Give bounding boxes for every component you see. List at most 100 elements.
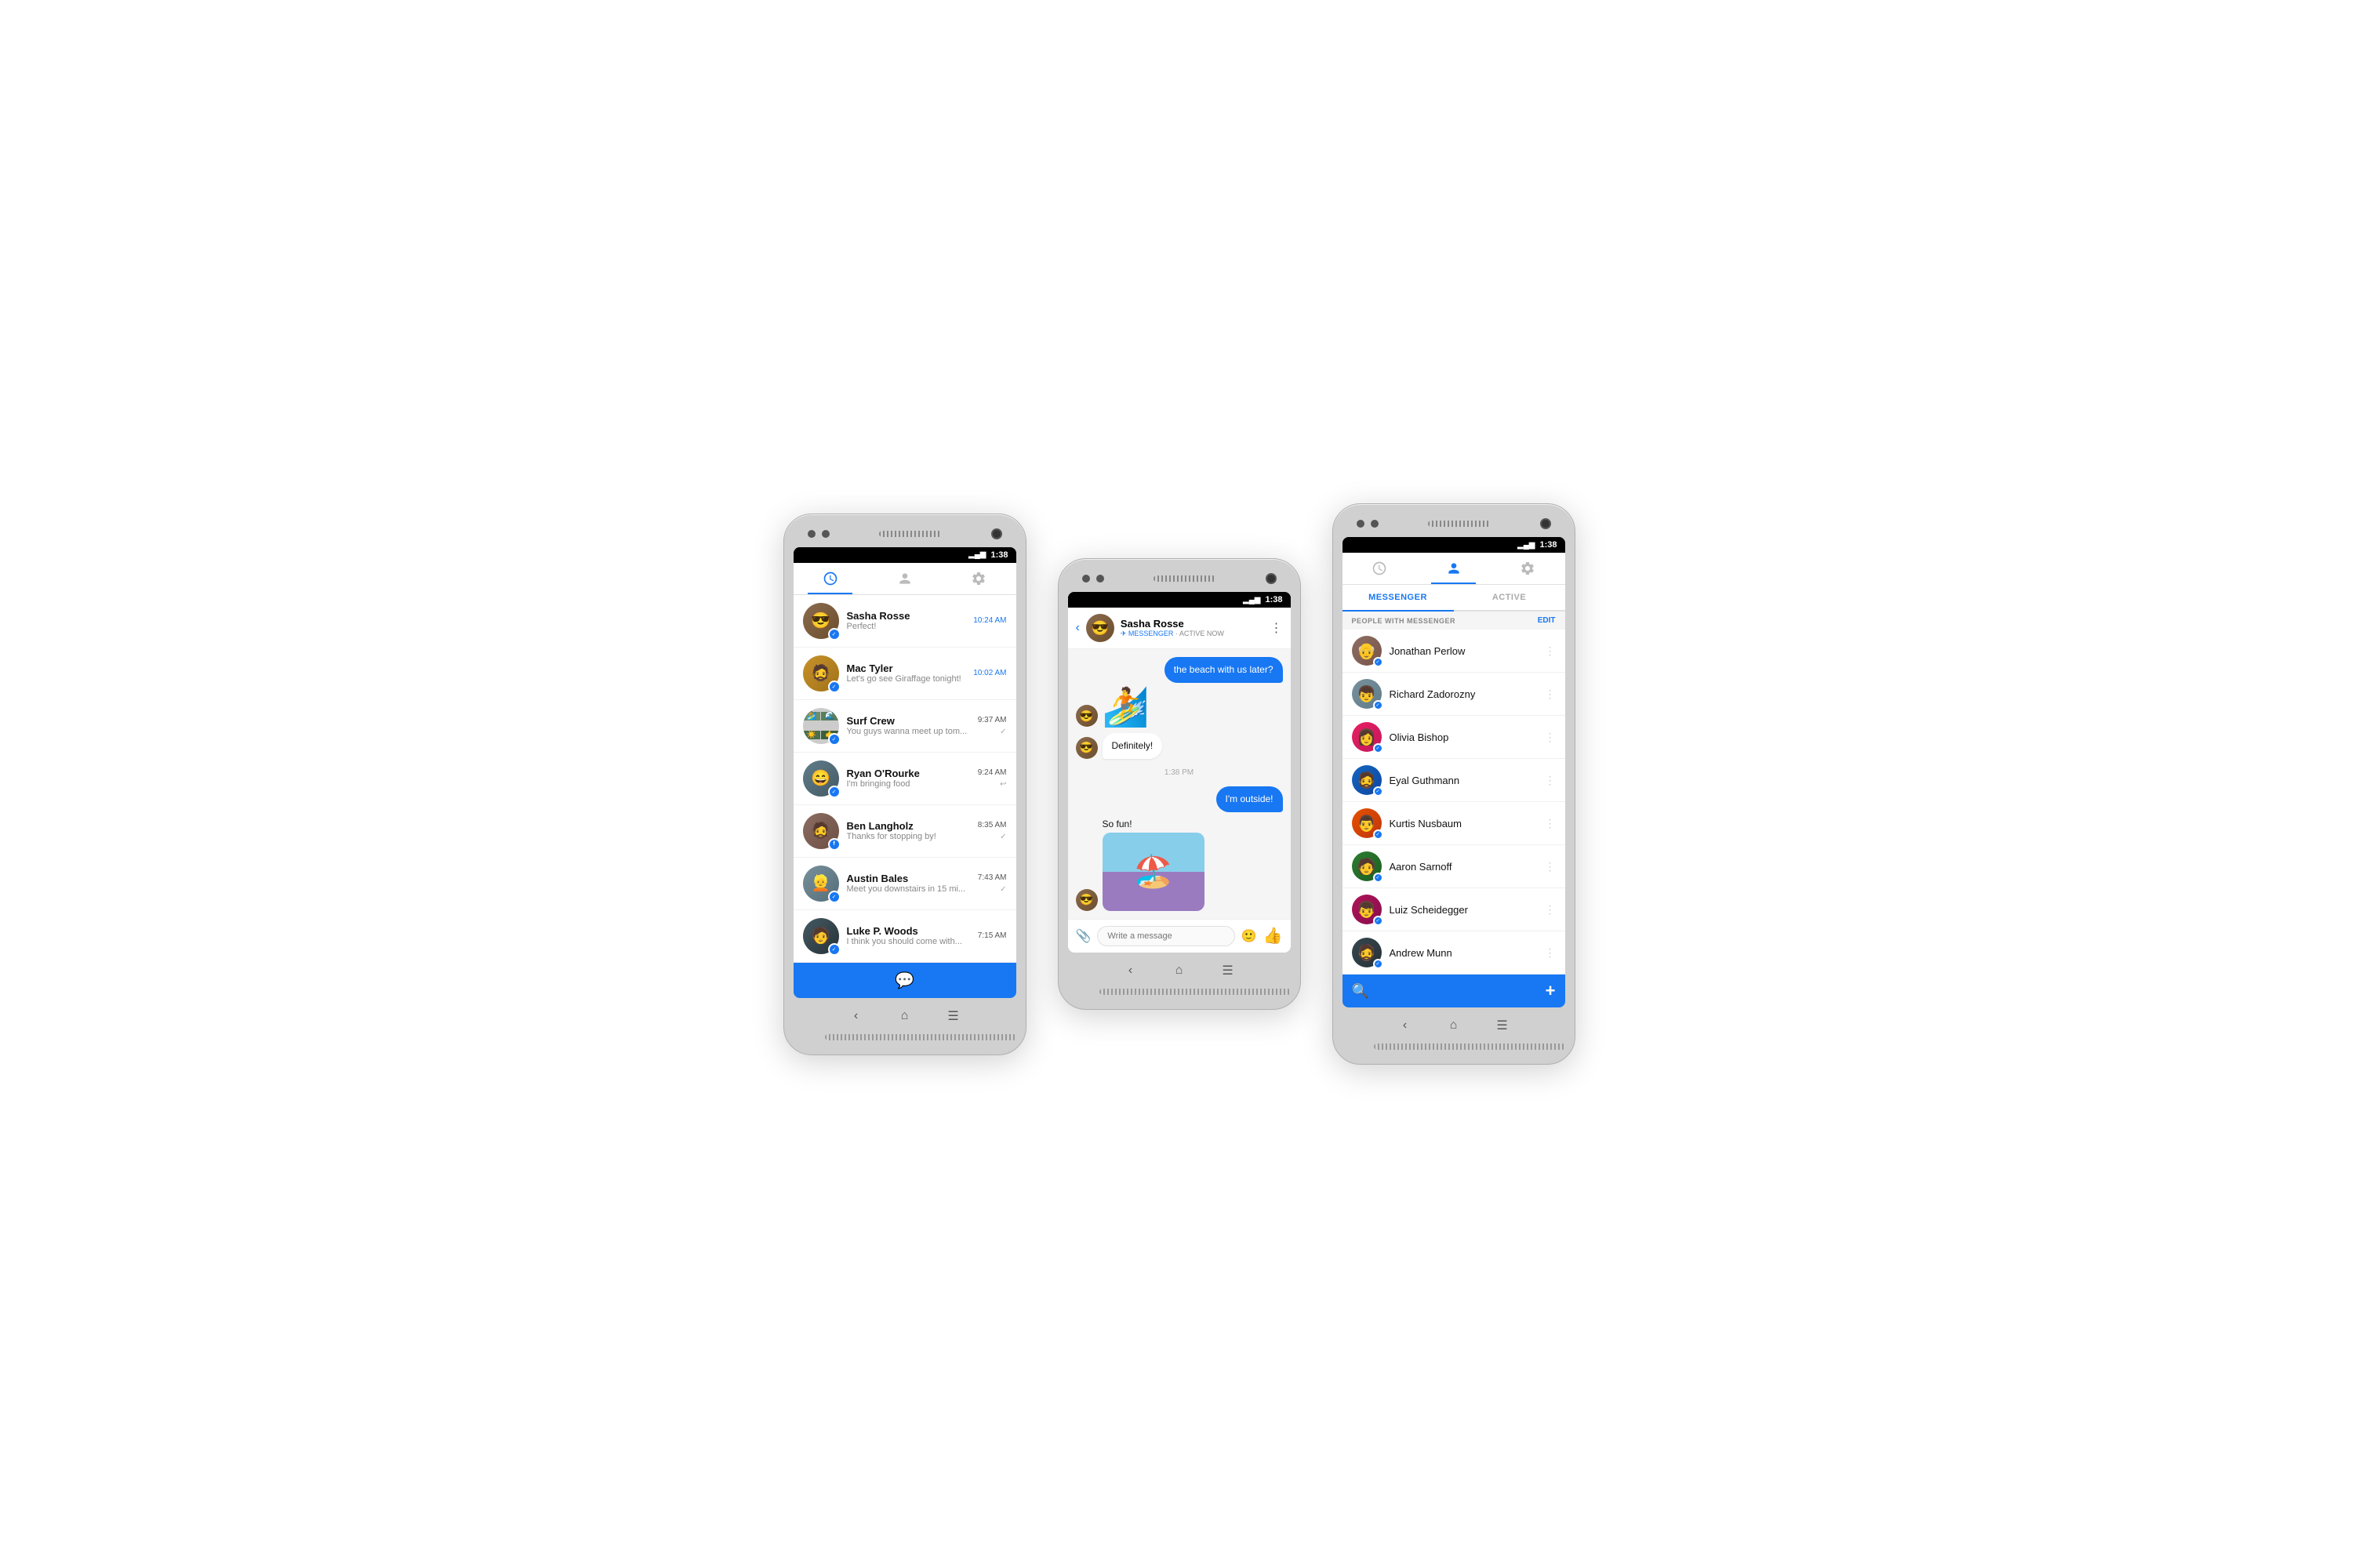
people-item-eyal[interactable]: 🧔 ✓ Eyal Guthmann ⋮	[1342, 759, 1565, 802]
back-button-3[interactable]: ‹	[1397, 1017, 1414, 1034]
avatar-emoji-mac: 🧔	[811, 663, 830, 683]
more-icon-aaron[interactable]: ⋮	[1545, 860, 1556, 873]
convo-item-sasha[interactable]: 😎 ✓ Sasha Rosse Perfect! 10:24 AM	[794, 595, 1016, 648]
convo-item-luke[interactable]: 🧑 ✓ Luke P. Woods I think you should com…	[794, 910, 1016, 963]
more-icon-kurtis[interactable]: ⋮	[1545, 817, 1556, 830]
more-icon-andrew[interactable]: ⋮	[1545, 946, 1556, 960]
convo-meta-austin: 7:43 AM ✓	[978, 873, 1007, 894]
home-button-1[interactable]: ⌂	[896, 1007, 914, 1025]
convo-content-ryan: Ryan O'Rourke I'm bringing food	[847, 768, 970, 789]
back-button-1[interactable]: ‹	[848, 1007, 865, 1025]
more-icon-olivia[interactable]: ⋮	[1545, 731, 1556, 744]
tab-settings[interactable]	[942, 563, 1016, 594]
convo-time-ben: 8:35 AM	[978, 821, 1007, 829]
avatar-wrap-kurtis: 👨 ✓	[1352, 808, 1382, 838]
people-name-olivia: Olivia Bishop	[1390, 731, 1537, 743]
convo-status-ryan: ↩	[1000, 780, 1006, 789]
phone-nav-3: ‹ ⌂ ☰	[1342, 1007, 1565, 1037]
msg-avatar-sasha-fun: 😎	[1076, 889, 1098, 911]
thumbs-up-icon[interactable]: 👍	[1263, 926, 1283, 946]
people-item-olivia[interactable]: 👩 ✓ Olivia Bishop ⋮	[1342, 716, 1565, 759]
convo-name-luke: Luke P. Woods	[847, 925, 970, 937]
active-label: · ACTIVE NOW	[1175, 630, 1224, 637]
more-options-icon[interactable]: ⋮	[1270, 620, 1283, 636]
back-button-2[interactable]: ‹	[1122, 962, 1139, 979]
people-tab-bar: MESSENGER ACTIVE	[1342, 585, 1565, 612]
bottom-speaker-3	[1374, 1044, 1565, 1050]
home-button-2[interactable]: ⌂	[1171, 962, 1188, 979]
convo-item-austin[interactable]: 👱 ✓ Austin Bales Meet you downstairs in …	[794, 858, 1016, 910]
add-person-icon[interactable]: +	[1546, 981, 1556, 1001]
avatar-emoji-austin: 👱	[811, 873, 830, 893]
people-item-richard[interactable]: 👦 ✓ Richard Zadorozny ⋮	[1342, 673, 1565, 716]
more-icon-eyal[interactable]: ⋮	[1545, 774, 1556, 787]
chat-input-bar: 📎 🙂 👍	[1068, 919, 1291, 953]
search-icon-people[interactable]: 🔍	[1352, 983, 1369, 1000]
more-icon-jonathan[interactable]: ⋮	[1545, 644, 1556, 658]
chat-contact-name: Sasha Rosse	[1121, 618, 1264, 630]
convo-status-surf: ✓	[1000, 728, 1006, 736]
avatar-wrap-richard: 👦 ✓	[1352, 679, 1382, 709]
people-name-luiz: Luiz Scheidegger	[1390, 904, 1537, 916]
convo-name-surf: Surf Crew	[847, 715, 970, 727]
menu-button-3[interactable]: ☰	[1494, 1017, 1511, 1034]
chat-app-container: ‹ 😎 Sasha Rosse ✈ MESSENGER · ACTIVE NOW…	[1068, 608, 1291, 952]
time-display-3: 1:38	[1539, 540, 1557, 550]
message-input[interactable]	[1097, 926, 1234, 946]
home-button-3[interactable]: ⌂	[1445, 1017, 1462, 1034]
menu-button-1[interactable]: ☰	[945, 1007, 962, 1025]
convo-content-luke: Luke P. Woods I think you should come wi…	[847, 925, 970, 946]
people-tab-active[interactable]: ACTIVE	[1454, 585, 1565, 610]
attach-icon[interactable]: 📎	[1076, 928, 1092, 944]
compose-icon[interactable]: 💬	[895, 971, 914, 990]
more-icon-richard[interactable]: ⋮	[1545, 688, 1556, 701]
people-item-luiz[interactable]: 👦 ✓ Luiz Scheidegger ⋮	[1342, 888, 1565, 931]
people-edit-button[interactable]: EDIT	[1538, 616, 1556, 625]
avatar-wrap-eyal: 🧔 ✓	[1352, 765, 1382, 795]
avatar-emoji-aaron: 🧑	[1357, 857, 1376, 877]
convo-item-surf[interactable]: 🏄 🌊 ☀️ 🤙 ✓ Surf Crew You guys wanna meet…	[794, 700, 1016, 753]
convo-time-ryan: 9:24 AM	[978, 768, 1007, 777]
phone-nav-1: ‹ ⌂ ☰	[794, 998, 1016, 1028]
more-icon-luiz[interactable]: ⋮	[1545, 903, 1556, 916]
convo-preview-ryan: I'm bringing food	[847, 779, 970, 789]
people-tab-messenger[interactable]: MESSENGER	[1342, 585, 1454, 612]
badge-surf: ✓	[828, 733, 841, 746]
avatar-emoji-sasha: 😎	[811, 611, 830, 630]
people-item-kurtis[interactable]: 👨 ✓ Kurtis Nusbaum ⋮	[1342, 802, 1565, 845]
convo-item-ryan[interactable]: 😄 ✓ Ryan O'Rourke I'm bringing food 9:24…	[794, 753, 1016, 805]
badge-ben: f	[828, 838, 841, 851]
chat-header-info: Sasha Rosse ✈ MESSENGER · ACTIVE NOW	[1121, 618, 1264, 638]
avatar-emoji-jonathan: 👴	[1357, 641, 1376, 661]
avatar-emoji-olivia: 👩	[1357, 728, 1376, 747]
phone-screen-3: ▂▄▆ 1:38	[1342, 537, 1565, 1007]
avatar-emoji-luiz: 👦	[1357, 900, 1376, 920]
tab-people[interactable]	[867, 563, 942, 594]
tab-people-3[interactable]	[1416, 553, 1491, 584]
people-section-title: PEOPLE WITH MESSENGER	[1352, 617, 1456, 625]
people-name-jonathan: Jonathan Perlow	[1390, 645, 1537, 657]
avatar-wrap-ben: 🧔 f	[803, 813, 839, 849]
bubble-definitely: Definitely!	[1103, 733, 1163, 759]
tab-recent[interactable]	[794, 563, 868, 594]
badge-eyal: ✓	[1373, 786, 1383, 797]
status-bar-3: ▂▄▆ 1:38	[1342, 537, 1565, 553]
convo-meta-sasha: 10:24 AM	[973, 616, 1006, 625]
convo-name-ben: Ben Langholz	[847, 820, 970, 832]
convo-item-mac[interactable]: 🧔 ✓ Mac Tyler Let's go see Giraffage ton…	[794, 648, 1016, 700]
surf-av-1: 🏄	[803, 712, 821, 720]
convo-item-ben[interactable]: 🧔 f Ben Langholz Thanks for stopping by!…	[794, 805, 1016, 858]
timestamp-138: 1:38 PM	[1076, 765, 1283, 780]
app-container-1: 😎 ✓ Sasha Rosse Perfect! 10:24 AM	[794, 563, 1016, 998]
people-item-jonathan[interactable]: 👴 ✓ Jonathan Perlow ⋮	[1342, 630, 1565, 673]
avatar-emoji-eyal: 🧔	[1357, 771, 1376, 790]
people-item-andrew[interactable]: 🧔 ✓ Andrew Munn ⋮	[1342, 931, 1565, 975]
emoji-icon[interactable]: 🙂	[1241, 928, 1257, 944]
convo-name-mac: Mac Tyler	[847, 662, 966, 674]
menu-button-2[interactable]: ☰	[1219, 962, 1237, 979]
tab-settings-3[interactable]	[1491, 553, 1565, 584]
people-item-aaron[interactable]: 🧑 ✓ Aaron Sarnoff ⋮	[1342, 845, 1565, 888]
tab-recent-3[interactable]	[1342, 553, 1417, 584]
status-bar-2: ▂▄▆ 1:38	[1068, 592, 1291, 608]
back-button-chat[interactable]: ‹	[1076, 621, 1080, 635]
